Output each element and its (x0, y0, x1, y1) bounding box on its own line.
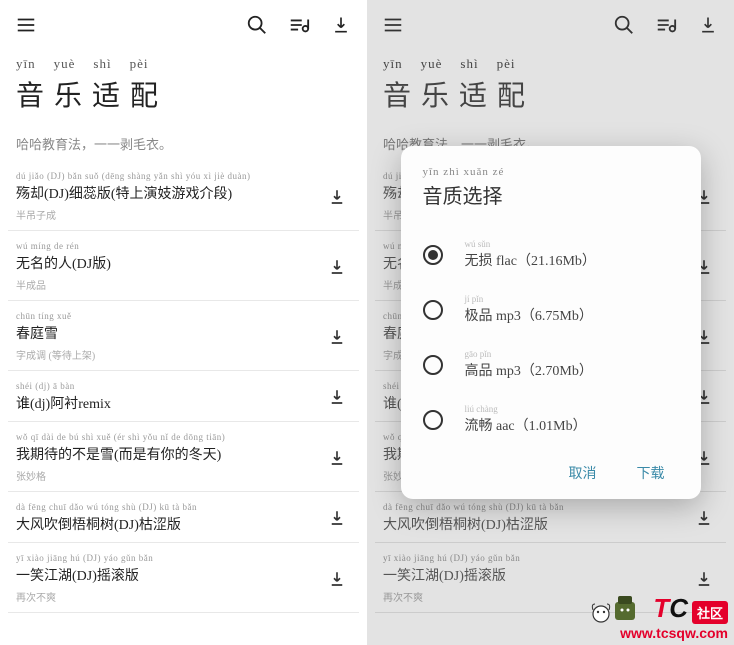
download-button[interactable] (323, 565, 351, 593)
song-pinyin: dú jiǎo (DJ) bǎn suǒ (dēng shàng yǎn shì… (16, 171, 323, 181)
dialog-pinyin: yīn zhì xuǎn zé (423, 166, 683, 178)
song-name: 殇却(DJ)细蕊版(特上演妓游戏介段) (16, 183, 323, 203)
download-button[interactable] (323, 183, 351, 211)
topbar (0, 0, 367, 50)
quality-option[interactable]: liú chàng流畅 aac（1.01Mb） (423, 392, 683, 447)
app-title: yīn yuè shì pèi 音 乐 适 配 (0, 50, 367, 126)
option-label: 极品 mp3（6.75Mb） (465, 305, 683, 325)
song-name: 春庭雪 (16, 323, 323, 343)
quality-dialog: yīn zhì xuǎn zé 音质选择 wú sǔn无损 flac（21.16… (401, 146, 701, 499)
radio-unselected-icon[interactable] (423, 410, 443, 430)
option-pinyin: gāo pǐn (465, 349, 683, 359)
title-char: 配 (130, 74, 158, 114)
song-artist: 半吊子成 (16, 207, 323, 222)
song-item[interactable]: wǒ qī dài de bú shì xuě (ér shì yǒu nǐ d… (8, 422, 359, 492)
option-label: 无损 flac（21.16Mb） (465, 250, 683, 270)
menu-icon[interactable] (12, 11, 40, 39)
dialog-title: 音质选择 (423, 180, 683, 209)
title-pinyin: yīn (16, 56, 36, 72)
song-pinyin: chūn tíng xuě (16, 311, 323, 321)
song-pinyin: wú míng de rén (16, 241, 323, 251)
modal-overlay[interactable]: yīn zhì xuǎn zé 音质选择 wú sǔn无损 flac（21.16… (367, 0, 734, 645)
cancel-button[interactable]: 取消 (569, 463, 597, 483)
option-label: 高品 mp3（2.70Mb） (465, 360, 683, 380)
song-item[interactable]: shéi (dj) ā bàn 谁(dj)阿衬remix (8, 371, 359, 422)
title-char: 音 (16, 74, 44, 114)
song-item[interactable]: wú míng de rén 无名的人(DJ版) 半成品 (8, 231, 359, 301)
option-pinyin: wú sǔn (465, 239, 683, 249)
subtitle: 哈哈教育法，一一剥毛衣。 (0, 126, 367, 161)
confirm-button[interactable]: 下载 (637, 463, 665, 483)
option-label: 流畅 aac（1.01Mb） (465, 415, 683, 435)
song-pinyin: yī xiào jiāng hú (DJ) yáo gǔn bǎn (16, 553, 323, 563)
song-name: 谁(dj)阿衬remix (16, 393, 323, 413)
song-artist: 半成品 (16, 277, 323, 292)
song-name: 无名的人(DJ版) (16, 253, 323, 273)
dialog-actions: 取消 下载 (423, 463, 683, 483)
song-item[interactable]: chūn tíng xuě 春庭雪字成调 (等待上架) (8, 301, 359, 371)
song-list: dú jiǎo (DJ) bǎn suǒ (dēng shàng yǎn shì… (0, 161, 367, 613)
song-artist: 张妙格 (16, 468, 323, 483)
download-button[interactable] (323, 253, 351, 281)
screen-left-list: yīn yuè shì pèi 音 乐 适 配 哈哈教育法，一一剥毛衣。 dú … (0, 0, 367, 645)
radio-unselected-icon[interactable] (423, 355, 443, 375)
quality-option[interactable]: jí pǐn极品 mp3（6.75Mb） (423, 282, 683, 337)
title-char: 适 (92, 74, 120, 114)
screen-right-dialog: yīn yuè shì pèi 音 乐 适 配 哈哈教育法，一一剥毛衣。 dú … (367, 0, 734, 645)
song-artist: 再次不爽 (16, 589, 323, 604)
title-pinyin: pèi (130, 56, 149, 72)
title-pinyin: yuè (54, 56, 76, 72)
title-pinyin: shì (93, 56, 111, 72)
song-item[interactable]: yī xiào jiāng hú (DJ) yáo gǔn bǎn 一笑江湖(DJ… (8, 543, 359, 613)
download-button[interactable] (323, 444, 351, 472)
song-pinyin: wǒ qī dài de bú shì xuě (ér shì yǒu nǐ d… (16, 432, 323, 442)
song-name: 我期待的不是雪(而是有你的冬天) (16, 444, 323, 464)
song-name: 大风吹倒梧桐树(DJ)枯涩版 (16, 514, 323, 534)
song-artist: 字成调 (等待上架) (16, 347, 323, 362)
download-button[interactable] (323, 323, 351, 351)
song-name: 一笑江湖(DJ)摇滚版 (16, 565, 323, 585)
title-char: 乐 (54, 74, 82, 114)
radio-selected-icon[interactable] (423, 245, 443, 265)
search-icon[interactable] (243, 11, 271, 39)
option-pinyin: jí pǐn (465, 294, 683, 304)
download-button[interactable] (323, 504, 351, 532)
quality-option[interactable]: gāo pǐn高品 mp3（2.70Mb） (423, 337, 683, 392)
download-icon[interactable] (327, 11, 355, 39)
download-button[interactable] (323, 383, 351, 411)
song-item[interactable]: dà fēng chuī dǎo wú tóng shù (DJ) kū tà … (8, 492, 359, 543)
option-pinyin: liú chàng (465, 404, 683, 414)
playlist-icon[interactable] (285, 11, 313, 39)
radio-unselected-icon[interactable] (423, 300, 443, 320)
song-pinyin: dà fēng chuī dǎo wú tóng shù (DJ) kū tà … (16, 502, 323, 512)
song-pinyin: shéi (dj) ā bàn (16, 381, 323, 391)
quality-option[interactable]: wú sǔn无损 flac（21.16Mb） (423, 227, 683, 282)
song-item[interactable]: dú jiǎo (DJ) bǎn suǒ (dēng shàng yǎn shì… (8, 161, 359, 231)
